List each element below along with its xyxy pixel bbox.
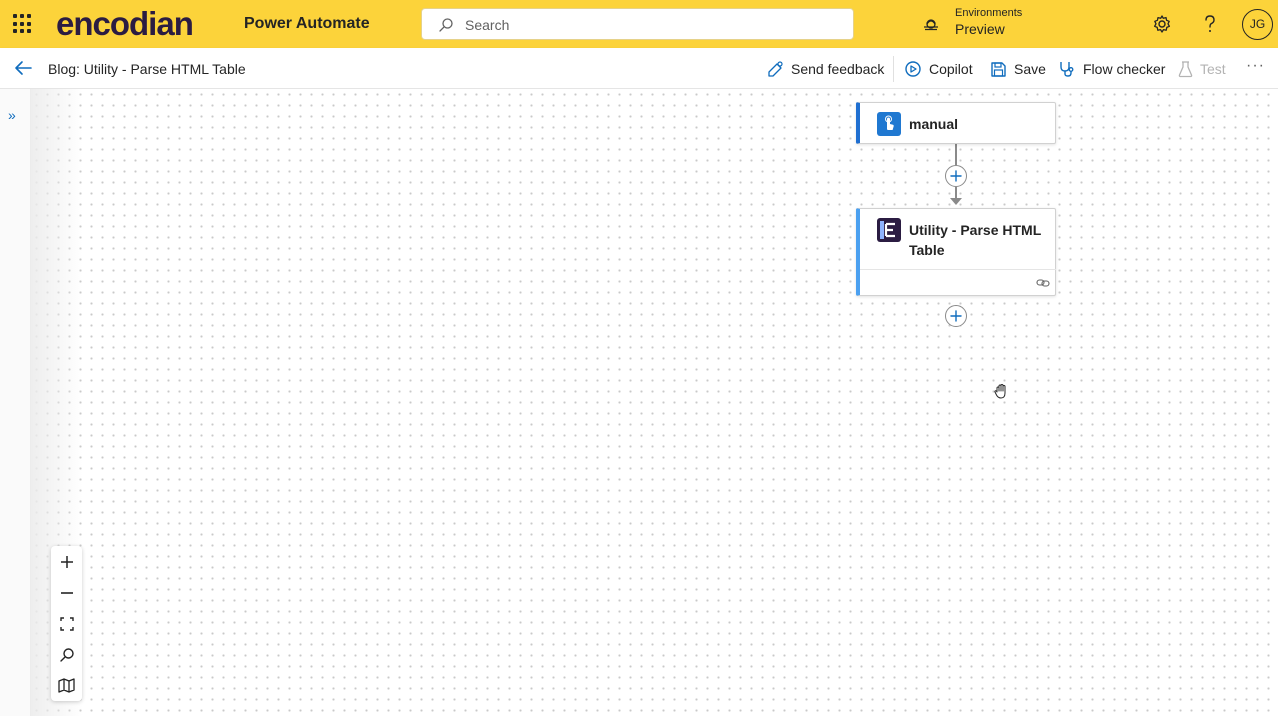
left-rail: » [0,89,31,716]
minus-icon [60,591,73,594]
environment-label: Environments [955,7,1023,19]
copilot-button[interactable]: Copilot [904,59,973,79]
flask-icon [1178,61,1193,78]
fit-view-button[interactable] [51,608,82,639]
search-box[interactable] [421,8,854,40]
test-button[interactable]: Test [1178,59,1226,79]
hand-touch-icon [877,112,901,136]
flow-canvas[interactable] [31,89,1278,716]
minimap-button[interactable] [51,670,82,701]
environment-value[interactable]: Preview [955,21,1005,37]
connector-arrow-icon [950,198,962,205]
search-icon [439,18,453,32]
action-card-parse-html-table[interactable]: Utility - Parse HTML Table [856,208,1056,296]
insert-step-button[interactable] [945,165,967,187]
brand-logo: encodian [56,5,194,42]
search-icon [59,647,74,662]
settings-gear-icon[interactable] [1152,14,1172,34]
command-separator [893,56,894,82]
plus-icon [950,310,962,322]
trigger-title: manual [909,116,959,132]
card-divider [860,269,1056,270]
top-header: encodian Power Automate Environments Pre… [0,0,1278,48]
plus-icon [60,555,73,568]
copilot-icon [905,61,921,77]
search-canvas-button[interactable] [51,639,82,670]
app-name[interactable]: Power Automate [244,15,370,33]
user-avatar[interactable]: JG [1242,9,1273,40]
flow-title: Blog: Utility - Parse HTML Table [48,61,246,77]
connector-line [955,144,957,165]
action-title: Utility - Parse HTML Table [909,222,1041,258]
environment-icon[interactable] [922,15,940,33]
save-button[interactable]: Save [990,59,1046,79]
canvas-zoom-controls [51,546,82,701]
flow-checker-label: Flow checker [1083,61,1166,77]
copilot-label: Copilot [929,61,973,77]
expand-panel-icon[interactable]: » [8,107,16,123]
send-feedback-button[interactable]: Send feedback [767,59,884,79]
trigger-card-manual[interactable]: manual [856,102,1056,144]
stethoscope-icon [1060,62,1074,77]
save-label: Save [1014,61,1046,77]
map-icon [58,678,75,693]
hand-pan-cursor-icon [994,384,1006,399]
encodian-logo-icon [877,218,901,242]
help-icon[interactable] [1201,14,1219,34]
command-bar: Blog: Utility - Parse HTML Table Send fe… [0,48,1278,89]
send-feedback-label: Send feedback [791,61,885,77]
feedback-icon [768,60,783,77]
search-input[interactable] [465,15,835,35]
save-icon [991,61,1006,77]
add-new-step-button[interactable] [945,305,967,327]
zoom-out-button[interactable] [51,577,82,608]
test-label: Test [1200,61,1226,77]
more-options-button[interactable]: ··· [1246,57,1265,75]
fit-to-screen-icon [59,616,74,631]
flow-checker-button[interactable]: Flow checker [1058,59,1165,79]
plus-icon [950,170,962,182]
zoom-in-button[interactable] [51,546,82,577]
app-launcher-icon[interactable] [13,14,33,34]
back-arrow-icon[interactable] [13,60,33,76]
connection-link-icon[interactable] [1036,276,1050,290]
